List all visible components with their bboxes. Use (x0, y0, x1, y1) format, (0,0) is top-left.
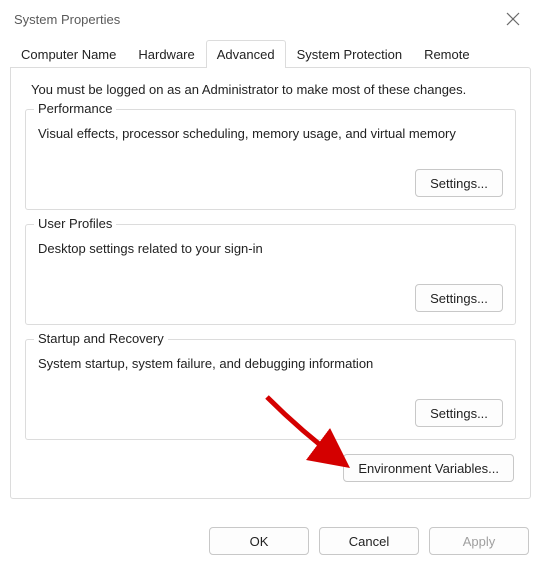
apply-button[interactable]: Apply (429, 527, 529, 555)
titlebar: System Properties (0, 0, 541, 38)
group-performance-desc: Visual effects, processor scheduling, me… (38, 126, 503, 141)
cancel-button[interactable]: Cancel (319, 527, 419, 555)
ok-button[interactable]: OK (209, 527, 309, 555)
window-title: System Properties (10, 12, 495, 27)
group-user-profiles: User Profiles Desktop settings related t… (25, 224, 516, 325)
admin-notice: You must be logged on as an Administrato… (25, 82, 516, 97)
performance-settings-button[interactable]: Settings... (415, 169, 503, 197)
startup-recovery-settings-button[interactable]: Settings... (415, 399, 503, 427)
group-startup-recovery-legend: Startup and Recovery (34, 331, 168, 346)
environment-variables-button[interactable]: Environment Variables... (343, 454, 514, 482)
tab-hardware[interactable]: Hardware (127, 40, 205, 68)
tab-advanced[interactable]: Advanced (206, 40, 286, 68)
group-user-profiles-legend: User Profiles (34, 216, 116, 231)
group-user-profiles-desc: Desktop settings related to your sign-in (38, 241, 503, 256)
close-button[interactable] (495, 4, 531, 34)
tab-strip: Computer Name Hardware Advanced System P… (0, 40, 541, 68)
group-startup-recovery: Startup and Recovery System startup, sys… (25, 339, 516, 440)
group-performance-legend: Performance (34, 101, 116, 116)
tab-computer-name[interactable]: Computer Name (10, 40, 127, 68)
close-icon (506, 12, 520, 26)
group-startup-recovery-desc: System startup, system failure, and debu… (38, 356, 503, 371)
dialog-button-row: OK Cancel Apply (209, 527, 529, 555)
tab-content-advanced: You must be logged on as an Administrato… (10, 67, 531, 499)
tab-system-protection[interactable]: System Protection (286, 40, 414, 68)
tab-remote[interactable]: Remote (413, 40, 481, 68)
user-profiles-settings-button[interactable]: Settings... (415, 284, 503, 312)
group-performance: Performance Visual effects, processor sc… (25, 109, 516, 210)
